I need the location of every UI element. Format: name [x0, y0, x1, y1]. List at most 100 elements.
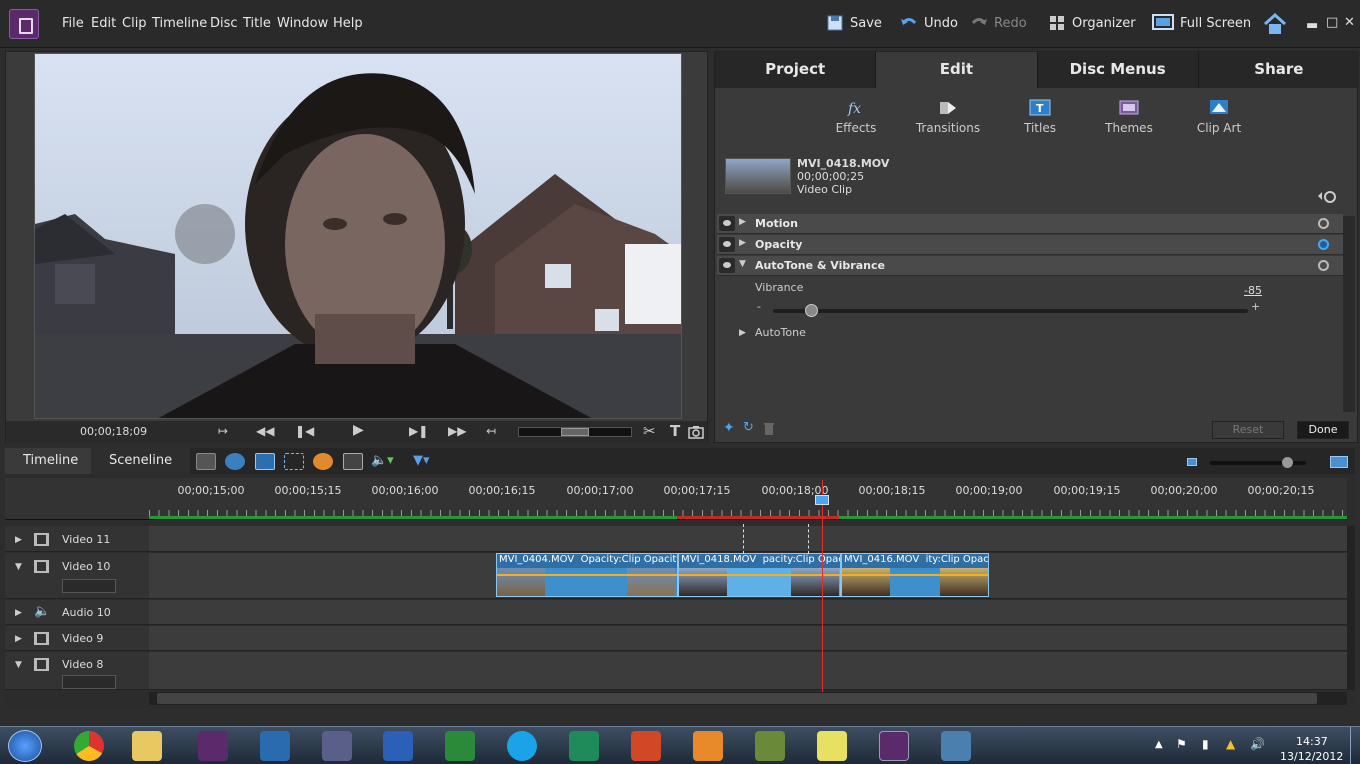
effect-row-autotone-vibrance[interactable]: ▼ AutoTone & Vibrance	[717, 256, 1343, 276]
track-header-audio-10[interactable]: ▶ 🔈 Audio 10	[5, 600, 149, 625]
publisher-icon[interactable]	[569, 731, 599, 761]
vibrance-slider[interactable]	[773, 304, 1248, 317]
selection-tool-icon[interactable]	[196, 453, 216, 470]
vibrance-slider-knob[interactable]	[805, 304, 818, 317]
expand-arrow-icon[interactable]: ▶	[739, 217, 746, 227]
track-video-11[interactable]	[149, 526, 1347, 552]
show-keyframes-icon[interactable]	[1316, 190, 1338, 203]
menu-help[interactable]: Help	[333, 16, 363, 31]
close-button[interactable]: ✕	[1344, 15, 1355, 30]
powerpoint-icon[interactable]	[631, 731, 661, 761]
sticky-notes-icon[interactable]	[817, 731, 847, 761]
track-header-video-11[interactable]: ▶ Video 11	[5, 526, 149, 552]
expand-arrow-icon[interactable]: ▶	[15, 535, 22, 545]
freeze-frame-camera-icon[interactable]	[688, 425, 704, 439]
titles-tool[interactable]: T Titles	[1023, 98, 1057, 135]
scrollbar-thumb[interactable]	[157, 693, 1317, 704]
timeline-vertical-scrollbar[interactable]	[1347, 526, 1355, 690]
go-to-in-point-icon[interactable]: ↦	[218, 424, 228, 438]
premiere-elements-active-icon[interactable]	[879, 731, 909, 761]
smart-mix-icon[interactable]	[313, 453, 333, 470]
motion-tracking-icon[interactable]	[284, 453, 304, 470]
menu-edit[interactable]: Edit	[91, 16, 116, 31]
skype-icon[interactable]	[507, 731, 537, 761]
full-screen-button[interactable]: Full Screen	[1152, 14, 1251, 32]
effects-tool[interactable]: fx Effects	[835, 98, 877, 135]
tab-share[interactable]: Share	[1198, 52, 1359, 88]
split-clip-scissors-icon[interactable]: ✂	[643, 422, 656, 440]
redo-button[interactable]: Redo	[970, 14, 1027, 32]
smart-trim-icon[interactable]	[255, 453, 275, 470]
start-button[interactable]	[8, 730, 42, 762]
tab-edit[interactable]: Edit	[876, 52, 1038, 88]
expand-arrow-icon[interactable]: ▶	[739, 238, 746, 248]
organizer-button[interactable]: Organizer	[1048, 14, 1136, 32]
app-logo-icon[interactable]	[9, 9, 39, 39]
media-player-icon[interactable]	[693, 731, 723, 761]
track-header-video-8[interactable]: ▼ Video 8	[5, 652, 149, 690]
action-center-flag-icon[interactable]: ⚑	[1176, 737, 1187, 751]
vibrance-value[interactable]: -85	[1244, 284, 1262, 297]
done-button[interactable]: Done	[1297, 421, 1349, 439]
fast-forward-icon[interactable]: ▶▶	[448, 424, 466, 438]
undo-button[interactable]: Undo	[900, 14, 958, 32]
timeline-horizontal-scrollbar[interactable]	[149, 692, 1347, 705]
tray-arrow-icon[interactable]: ▲	[1155, 739, 1163, 750]
menu-window[interactable]: Window	[277, 16, 328, 31]
stopwatch-icon[interactable]	[1318, 260, 1329, 271]
transitions-tool[interactable]: Transitions	[915, 98, 981, 135]
shuttle-slider[interactable]	[518, 427, 632, 437]
effect-row-motion[interactable]: ▶ Motion	[717, 214, 1343, 234]
opacity-rubber-band[interactable]	[497, 574, 677, 576]
clock-time[interactable]: 14:37	[1296, 735, 1328, 748]
track-video-8[interactable]	[149, 652, 1347, 690]
zoom-slider-knob[interactable]	[1282, 457, 1293, 468]
show-desktop-button[interactable]	[1350, 727, 1360, 764]
zoom-out-icon[interactable]	[1187, 458, 1197, 466]
clock-date[interactable]: 13/12/2012	[1280, 750, 1343, 763]
timeline-ruler[interactable]: 00;00;15;00 00;00;15;15 00;00;16;00 00;0…	[149, 478, 1347, 520]
excel-icon[interactable]	[445, 731, 475, 761]
after-effects-icon[interactable]	[322, 731, 352, 761]
chrome-icon[interactable]	[74, 731, 104, 761]
reset-button[interactable]: Reset	[1212, 421, 1284, 439]
tab-disc-menus[interactable]: Disc Menus	[1037, 52, 1199, 88]
minimize-button[interactable]: ▬	[1306, 18, 1318, 33]
timeline-clip[interactable]: MVI_0416.MOV ity:Clip Opacity	[841, 553, 989, 597]
clip-art-tool[interactable]: Clip Art	[1196, 98, 1242, 135]
track-header-video-10[interactable]: ▼ Video 10	[5, 553, 149, 599]
toggle-visibility-eye-icon[interactable]	[719, 237, 735, 252]
step-forward-icon[interactable]: ▶❚	[409, 424, 428, 438]
timeline-clip-selected[interactable]: MVI_0418.MOV pacity:Clip Opacity	[678, 553, 841, 597]
audio-mixer-icon[interactable]: 🔈▾	[371, 453, 394, 468]
expand-arrow-icon[interactable]: ▶	[15, 608, 22, 618]
delete-trash-icon[interactable]	[763, 422, 775, 435]
stopwatch-icon[interactable]	[1318, 218, 1329, 229]
apply-effects-icon[interactable]: ✦	[723, 420, 735, 436]
save-button[interactable]: Save	[826, 14, 882, 32]
explorer-icon[interactable]	[132, 731, 162, 761]
opacity-rubber-band[interactable]	[679, 574, 840, 576]
minecraft-icon[interactable]	[755, 731, 785, 761]
control-panel-icon[interactable]	[941, 731, 971, 761]
keyframe-navigator[interactable]	[62, 675, 116, 689]
premiere-elements-icon[interactable]	[198, 731, 228, 761]
add-marker-icon[interactable]: ▼▾	[413, 453, 430, 468]
collapse-arrow-icon[interactable]: ▼	[15, 562, 22, 572]
playhead-line[interactable]	[822, 480, 823, 692]
zoom-in-icon[interactable]	[1330, 456, 1348, 468]
collapse-arrow-icon[interactable]: ▼	[739, 259, 746, 269]
network-signal-icon[interactable]: ▲	[1226, 737, 1235, 751]
go-to-out-point-icon[interactable]: ↤	[486, 424, 496, 438]
rewind-icon[interactable]: ◀◀	[256, 424, 274, 438]
track-audio-10[interactable]	[149, 600, 1347, 625]
menu-disc[interactable]: Disc	[210, 16, 238, 31]
timeline-clip[interactable]: MVI_0404.MOV Opacity:Clip Opacity	[496, 553, 678, 597]
tab-sceneline[interactable]: Sceneline	[91, 448, 191, 474]
collapse-arrow-icon[interactable]: ▼	[15, 660, 22, 670]
opacity-rubber-band[interactable]	[842, 574, 988, 576]
stopwatch-active-icon[interactable]	[1318, 239, 1329, 250]
playhead-marker-icon[interactable]	[815, 495, 829, 505]
track-video-9[interactable]	[149, 626, 1347, 651]
themes-tool[interactable]: Themes	[1105, 98, 1153, 135]
